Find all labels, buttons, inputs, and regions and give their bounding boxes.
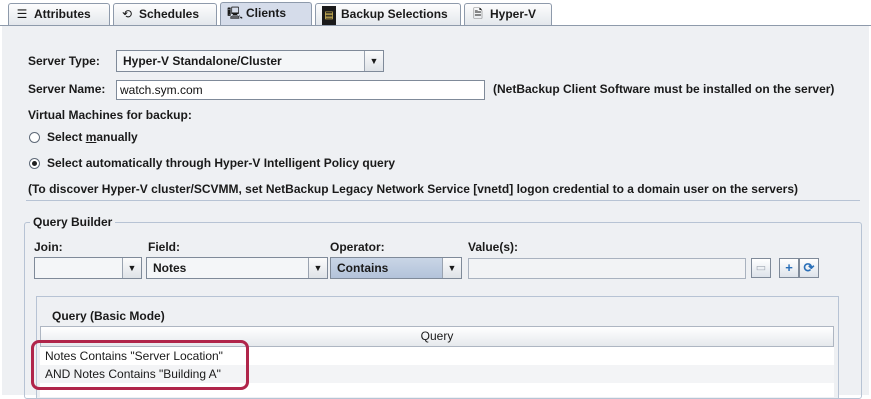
tab-hyperv[interactable]: 🗎 Hyper-V [464, 3, 552, 25]
backup-selections-icon: ▤ [322, 6, 336, 25]
vm-backup-label: Virtual Machines for backup: [28, 108, 192, 122]
tab-clients[interactable]: 🖳 Clients [220, 2, 312, 26]
add-query-button[interactable]: + [779, 258, 799, 278]
radio-manual-mnemonic: m [85, 130, 97, 144]
tab-label: Clients [246, 6, 287, 20]
refresh-query-button[interactable]: ⟳ [799, 258, 819, 278]
attributes-icon: ☰ [16, 7, 28, 21]
radio-manual-text-post: anually [96, 130, 138, 144]
field-dropdown[interactable]: Notes ▼ [146, 257, 328, 279]
chevron-down-icon[interactable]: ▼ [442, 258, 461, 278]
server-type-label: Server Type: [28, 54, 100, 68]
tab-label: Attributes [34, 7, 91, 21]
server-name-note: (NetBackup Client Software must be insta… [493, 82, 835, 96]
folder-icon[interactable]: ▭ [751, 258, 771, 278]
tab-label: Schedules [139, 7, 200, 21]
operator-value: Contains [337, 261, 389, 275]
chevron-down-icon[interactable]: ▼ [364, 51, 383, 71]
query-builder-title: Query Builder [30, 215, 116, 229]
values-input[interactable] [468, 258, 746, 279]
clients-icon: 🖳 [227, 6, 244, 20]
clients-panel: Server Type: Hyper-V Standalone/Cluster … [2, 26, 869, 399]
server-type-dropdown[interactable]: Hyper-V Standalone/Cluster ▼ [116, 50, 384, 72]
server-name-label: Server Name: [28, 82, 106, 96]
refresh-icon: ⟳ [803, 260, 815, 275]
server-type-value: Hyper-V Standalone/Cluster [123, 54, 282, 68]
radio-select-automatically[interactable] [29, 158, 40, 169]
schedules-icon: ⟲ [121, 7, 133, 21]
field-label: Field: [148, 240, 180, 254]
tab-label: Hyper-V [490, 7, 537, 21]
query-table-title: Query (Basic Mode) [52, 309, 165, 323]
tab-attributes[interactable]: ☰ Attributes [8, 3, 110, 25]
query-column-header-label: Query [420, 329, 454, 343]
annotation-highlight-box [31, 340, 249, 390]
tab-strip: ☰ Attributes ⟲ Schedules 🖳 Clients ▤ Backup … [0, 0, 871, 26]
radio-select-manually-label[interactable]: Select manually [47, 130, 138, 144]
chevron-down-icon[interactable]: ▼ [122, 258, 141, 278]
tab-label: Backup Selections [341, 7, 448, 21]
radio-select-automatically-label[interactable]: Select automatically through Hyper-V Int… [47, 156, 395, 170]
field-value: Notes [153, 261, 187, 275]
discover-note: (To discover Hyper-V cluster/SCVMM, set … [28, 182, 798, 196]
plus-icon: + [785, 260, 793, 275]
tab-backup-selections[interactable]: ▤ Backup Selections [315, 3, 461, 25]
chevron-down-icon[interactable]: ▼ [308, 258, 327, 278]
radio-manual-text-pre: Select [47, 130, 86, 144]
operator-label: Operator: [330, 240, 385, 254]
join-label: Join: [34, 240, 63, 254]
hyperv-icon: 🗎 [473, 7, 483, 21]
join-dropdown[interactable]: ▼ [34, 257, 142, 279]
radio-select-manually[interactable] [29, 132, 40, 143]
server-name-input[interactable] [116, 80, 485, 100]
section-divider [26, 200, 860, 201]
operator-dropdown[interactable]: Contains ▼ [330, 257, 462, 279]
values-label: Value(s): [468, 240, 519, 254]
tab-schedules[interactable]: ⟲ Schedules [113, 3, 217, 25]
